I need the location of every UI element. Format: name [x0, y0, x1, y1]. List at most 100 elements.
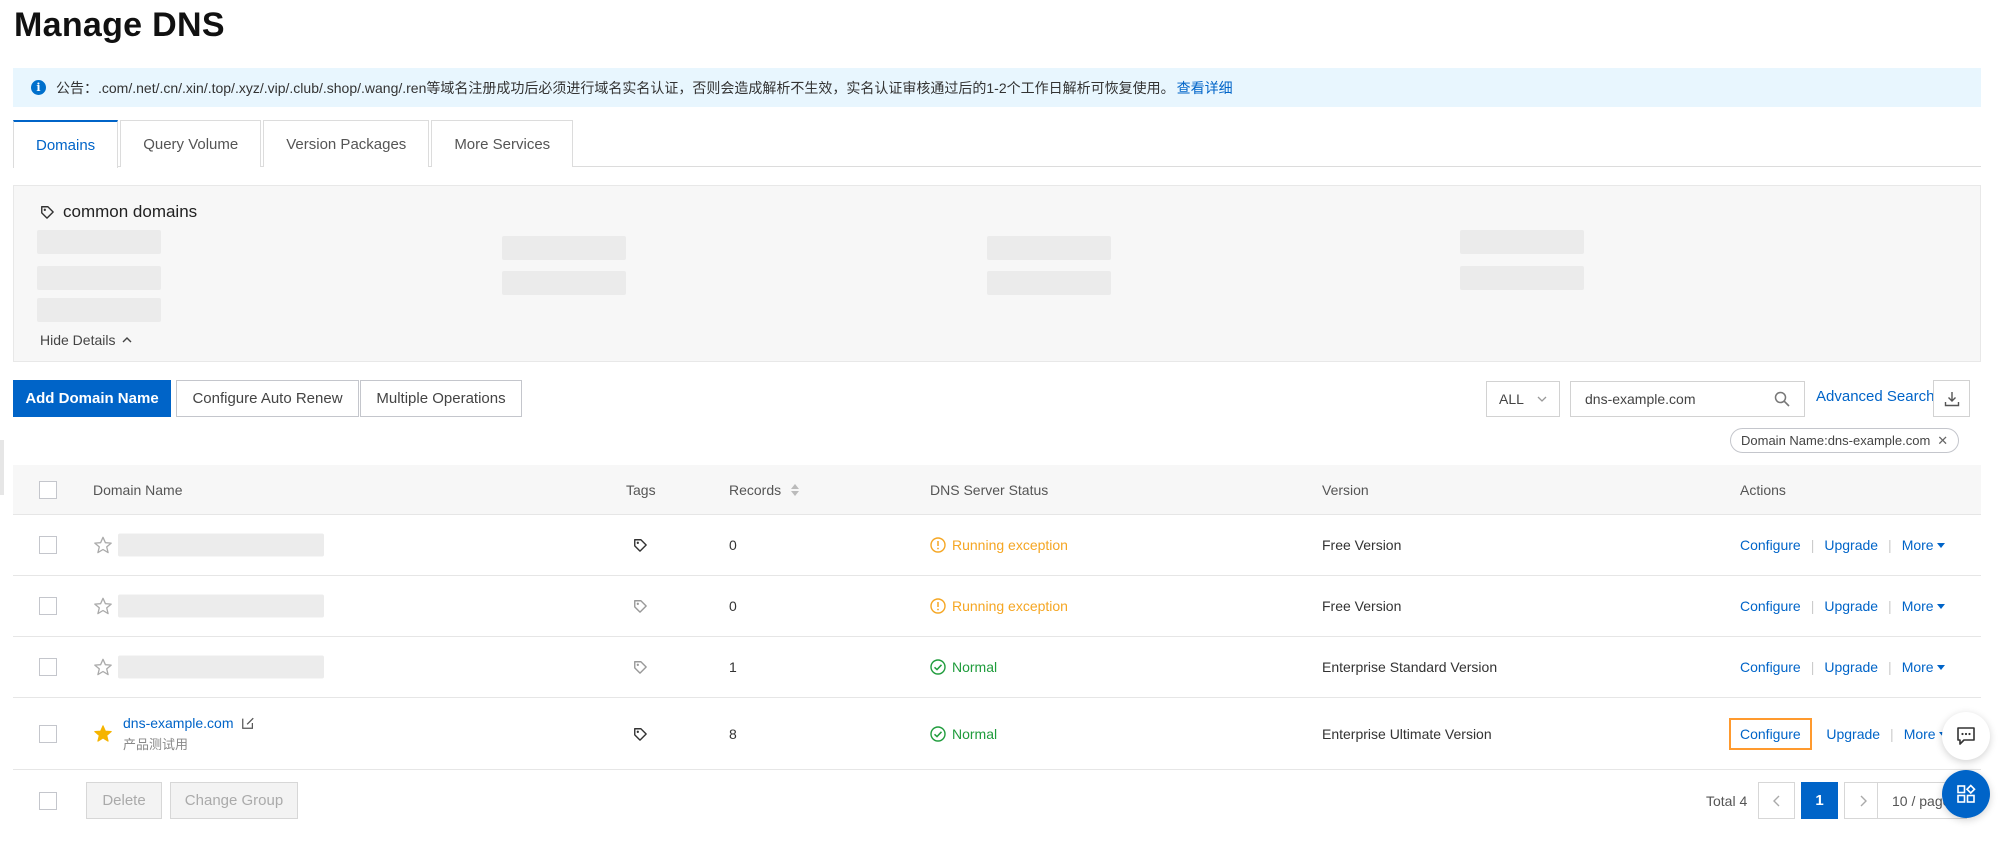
notice-details-link[interactable]: 查看详细 [1177, 78, 1233, 98]
warning-circle-icon [930, 598, 946, 614]
records-count: 1 [729, 659, 737, 675]
sort-icon[interactable] [789, 482, 801, 498]
domain-name-placeholder [118, 655, 324, 679]
header-actions: Actions [1740, 481, 1786, 498]
chat-icon [1957, 727, 1975, 745]
domain-name-placeholder [118, 533, 324, 557]
common-domain-placeholder [987, 271, 1111, 295]
configure-button[interactable]: Configure [1740, 598, 1801, 614]
chevron-down-icon [1537, 396, 1547, 402]
star-outline-icon[interactable] [93, 596, 113, 616]
dns-status: Running exception [930, 537, 1068, 553]
next-page-button[interactable] [1844, 782, 1881, 819]
edit-icon[interactable] [241, 716, 255, 730]
more-dropdown[interactable]: More [1902, 537, 1946, 553]
tab-domains[interactable]: Domains [13, 120, 119, 168]
add-domain-button[interactable]: Add Domain Name [13, 380, 171, 417]
tab-version-packages[interactable]: Version Packages [263, 120, 430, 167]
star-outline-icon[interactable] [93, 535, 113, 555]
configure-button[interactable]: Configure [1729, 717, 1812, 750]
version-label: Enterprise Ultimate Version [1322, 725, 1492, 742]
tab-query-volume[interactable]: Query Volume [120, 120, 262, 167]
row-checkbox[interactable] [39, 597, 57, 615]
tag-icon [41, 206, 54, 219]
common-domains-panel: common domains Hide Details [13, 185, 1981, 362]
star-outline-icon[interactable] [93, 657, 113, 677]
close-icon[interactable]: ✕ [1937, 433, 1948, 449]
common-domain-placeholder [37, 266, 161, 290]
upgrade-button[interactable]: Upgrade [1824, 537, 1878, 553]
more-label: More [1901, 537, 1934, 553]
table-row: 1 Normal Enterprise Standard Version Con… [13, 637, 1981, 698]
change-group-button[interactable]: Change Group [170, 782, 298, 819]
more-label: More [1903, 725, 1936, 742]
star-filled-icon[interactable] [93, 724, 113, 744]
check-circle-icon [930, 725, 946, 742]
check-circle-icon [930, 659, 946, 675]
page-button-1[interactable]: 1 [1801, 782, 1838, 819]
more-dropdown[interactable]: More [1902, 659, 1946, 675]
table-footer: Delete Change Group Total 4 1 10 / page [13, 782, 1981, 822]
warning-circle-icon [930, 537, 946, 553]
common-domain-placeholder [1460, 266, 1584, 290]
delete-button[interactable]: Delete [86, 782, 162, 819]
footer-select-all-checkbox[interactable] [39, 792, 57, 810]
header-version: Version [1322, 481, 1369, 498]
caret-down-icon [1936, 665, 1945, 670]
common-domain-placeholder [37, 298, 161, 322]
table-row: 0 Running exception Free Version Configu… [13, 515, 1981, 576]
hide-details-label: Hide Details [40, 332, 116, 348]
configure-auto-renew-button[interactable]: Configure Auto Renew [176, 380, 359, 417]
download-button[interactable] [1933, 380, 1970, 417]
search-input[interactable]: dns-example.com [1570, 381, 1805, 417]
dns-status: Normal [930, 659, 997, 675]
select-all-checkbox[interactable] [39, 480, 57, 499]
search-icon[interactable] [1774, 391, 1790, 407]
hide-details-toggle[interactable]: Hide Details [40, 332, 132, 348]
row-checkbox[interactable] [39, 536, 57, 554]
header-tags: Tags [626, 481, 656, 498]
prev-page-button[interactable] [1758, 782, 1795, 819]
row-actions: Configure | Upgrade | More [1740, 598, 1946, 614]
domain-name-link[interactable]: dns-example.com [123, 715, 234, 731]
tag-icon[interactable] [633, 727, 647, 741]
version-label: Free Version [1322, 537, 1402, 553]
domain-name-placeholder [118, 594, 324, 618]
row-actions: Configure | Upgrade | More [1740, 659, 1946, 675]
more-dropdown[interactable]: More [1902, 598, 1946, 614]
common-domain-placeholder [502, 271, 626, 295]
upgrade-button[interactable]: Upgrade [1824, 659, 1878, 675]
row-checkbox[interactable] [39, 658, 57, 676]
more-dropdown[interactable]: More [1904, 726, 1948, 742]
left-drawer-handle[interactable] [0, 440, 4, 495]
action-separator: | [1888, 537, 1892, 553]
chat-float-button[interactable] [1942, 712, 1990, 760]
chevron-left-icon [1772, 795, 1779, 806]
configure-button[interactable]: Configure [1740, 659, 1801, 675]
action-separator: | [1810, 659, 1815, 675]
scope-select[interactable]: ALL [1486, 381, 1560, 417]
upgrade-button[interactable]: Upgrade [1826, 726, 1880, 742]
header-records[interactable]: Records [729, 482, 801, 498]
table-row: 0 Running exception Free Version Configu… [13, 576, 1981, 637]
row-actions: Configure | Upgrade | More [1740, 537, 1946, 553]
row-checkbox[interactable] [39, 724, 57, 743]
common-domain-placeholder [502, 236, 626, 260]
main-tabs: Domains Query Volume Version Packages Mo… [13, 120, 1981, 168]
advanced-search-link[interactable]: Advanced Search [1816, 388, 1934, 405]
notice-bar: i 公告：.com/.net/.cn/.xin/.top/.xyz/.vip/.… [13, 68, 1981, 107]
tag-icon[interactable] [633, 660, 647, 674]
action-separator: | [1810, 537, 1815, 553]
upgrade-button[interactable]: Upgrade [1824, 598, 1878, 614]
apps-float-button[interactable] [1942, 770, 1990, 818]
common-domain-placeholder [1460, 230, 1584, 254]
tab-more-services[interactable]: More Services [431, 120, 574, 167]
domain-name-line: dns-example.com [123, 715, 255, 731]
multiple-operations-button[interactable]: Multiple Operations [360, 380, 522, 417]
tag-icon[interactable] [633, 599, 647, 613]
more-label: More [1901, 598, 1934, 614]
configure-button[interactable]: Configure [1740, 537, 1801, 553]
total-count: Total 4 [1706, 793, 1748, 809]
header-dns-status: DNS Server Status [930, 481, 1049, 498]
tag-icon[interactable] [633, 538, 647, 552]
